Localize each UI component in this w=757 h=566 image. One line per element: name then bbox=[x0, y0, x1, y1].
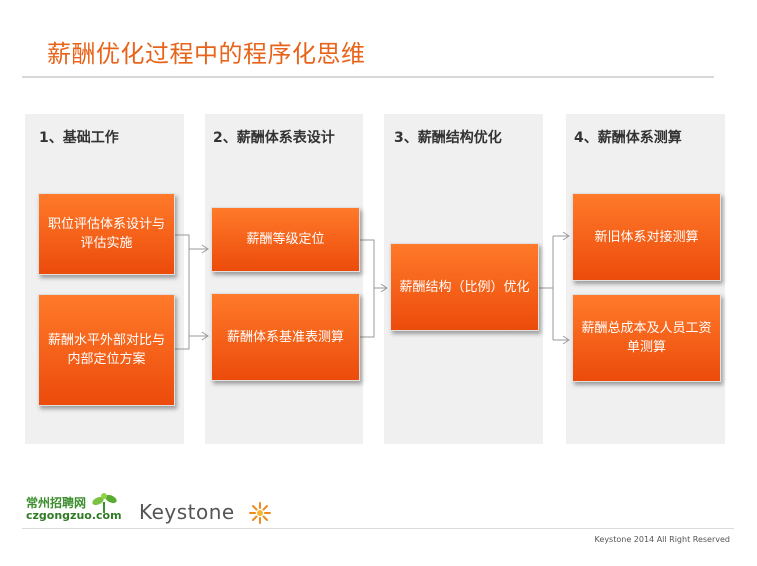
column-2-header: 2、薪酬体系表设计 bbox=[213, 130, 335, 146]
sun-icon bbox=[249, 502, 271, 524]
sprout-icon bbox=[92, 493, 117, 513]
keystone-logo: Keystone bbox=[139, 500, 235, 524]
box-label: 新旧体系对接测算 bbox=[594, 229, 699, 245]
box-label: 薪酬水平外部对比与内部定位方案 bbox=[47, 333, 165, 367]
box-label: 薪酬等级定位 bbox=[246, 232, 325, 247]
box-grade-positioning: 薪酬等级定位 bbox=[211, 207, 360, 272]
slide: 薪酬优化过程中的程序化思维 1、基础工作 2、薪酬体系表设计 3、薪酬结构优化 … bbox=[0, 0, 757, 566]
column-4-header: 4、薪酬体系测算 bbox=[574, 130, 682, 146]
box-external-comparison: 薪酬水平外部对比与内部定位方案 bbox=[38, 294, 175, 406]
box-total-cost: 薪酬总成本及人员工资单测算 bbox=[572, 294, 721, 382]
column-3-header: 3、薪酬结构优化 bbox=[394, 130, 502, 146]
box-job-evaluation: 职位评估体系设计与评估实施 bbox=[38, 193, 175, 275]
czgongzuo-logo: 常州招聘网 czgongzuo.com bbox=[26, 493, 122, 526]
title-divider bbox=[22, 76, 714, 78]
box-label: 薪酬体系基准表测算 bbox=[226, 329, 344, 345]
footer-divider bbox=[22, 528, 734, 529]
box-system-transition: 新旧体系对接测算 bbox=[572, 193, 721, 281]
column-2-panel bbox=[205, 114, 363, 444]
box-label: 薪酬总成本及人员工资单测算 bbox=[581, 321, 712, 355]
box-label: 职位评估体系设计与评估实施 bbox=[47, 217, 165, 251]
box-label: 薪酬结构（比例）优化 bbox=[399, 279, 530, 295]
footer-copyright: Keystone 2014 All Right Reserved bbox=[594, 535, 730, 544]
slide-title: 薪酬优化过程中的程序化思维 bbox=[47, 40, 366, 68]
box-benchmark-calculation: 薪酬体系基准表测算 bbox=[211, 293, 360, 381]
box-structure-optimization: 薪酬结构（比例）优化 bbox=[390, 243, 539, 331]
column-1-header: 1、基础工作 bbox=[39, 130, 119, 146]
